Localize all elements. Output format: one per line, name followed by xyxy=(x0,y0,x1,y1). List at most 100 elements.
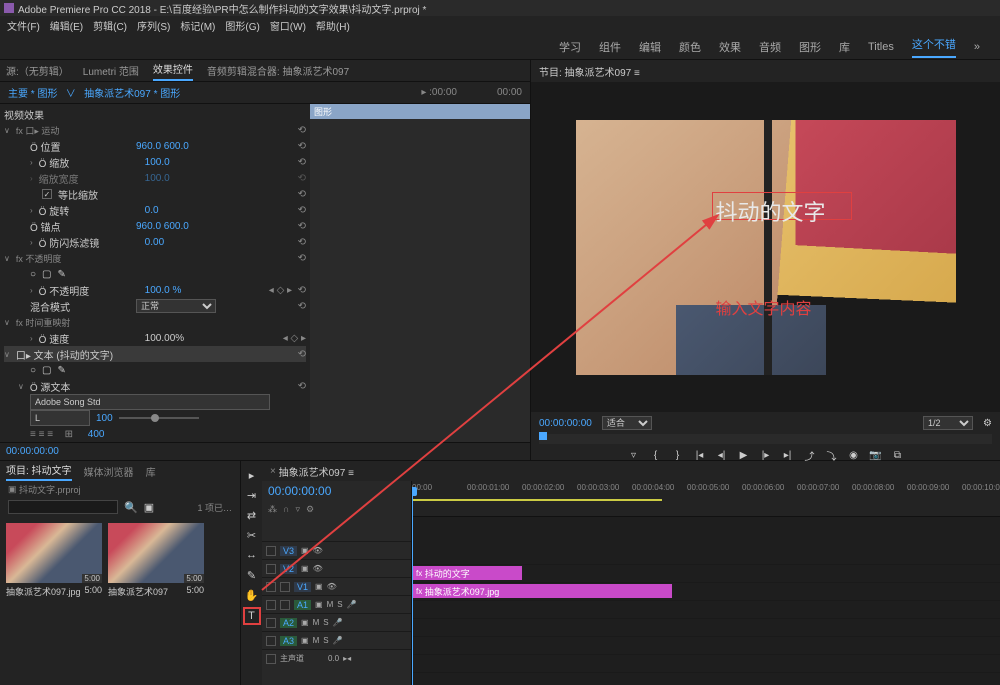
timeline-timecode[interactable]: 00:00:00:00 xyxy=(262,481,411,501)
ws-graphics[interactable]: 图形 xyxy=(799,39,821,55)
track-toggle[interactable] xyxy=(266,546,276,556)
menu-edit[interactable]: 编辑(E) xyxy=(47,18,86,33)
track-toggle[interactable] xyxy=(266,618,276,628)
pen-tool[interactable]: ✎ xyxy=(244,567,260,583)
link-icon[interactable]: ∩ xyxy=(283,504,289,514)
track-toggle[interactable] xyxy=(266,564,276,574)
reset-icon[interactable]: ⟲ xyxy=(298,349,306,360)
goto-out-icon[interactable]: ▸| xyxy=(781,448,795,462)
lane-master[interactable] xyxy=(412,655,1000,673)
hand-tool[interactable]: ✋ xyxy=(244,587,260,603)
ripple-tool[interactable]: ⇄ xyxy=(244,507,260,523)
reset-icon[interactable]: ⟲ xyxy=(298,141,306,152)
marker-icon[interactable]: ▿ xyxy=(627,448,641,462)
lane-v3[interactable] xyxy=(412,547,1000,565)
mask-ellipse-icon[interactable]: ○ xyxy=(30,269,36,280)
lane-a1[interactable] xyxy=(412,601,1000,619)
ws-more-icon[interactable]: » xyxy=(974,41,980,53)
program-monitor[interactable]: 抖动的文字 输入文字内容 xyxy=(531,82,1000,412)
tab-project[interactable]: 项目: 抖动文字 xyxy=(6,462,72,481)
menu-window[interactable]: 窗口(W) xyxy=(267,18,309,33)
menu-graphics[interactable]: 图形(G) xyxy=(222,18,262,33)
track-toggle[interactable] xyxy=(266,636,276,646)
step-back-icon[interactable]: ◂| xyxy=(715,448,729,462)
lane-a3[interactable] xyxy=(412,637,1000,655)
snap-icon[interactable]: ⁂ xyxy=(268,504,277,515)
folder-icon[interactable]: ▣ xyxy=(144,501,154,514)
work-area-bar[interactable] xyxy=(412,499,662,501)
fit-select[interactable]: 适合 xyxy=(602,416,652,430)
clip-video[interactable]: fx 抽象派艺术097.jpg xyxy=(412,584,672,598)
mask-rect-icon[interactable]: ▢ xyxy=(42,365,51,376)
mask-pen-icon[interactable]: ✎ xyxy=(58,365,66,376)
export-frame-icon[interactable]: ◉ xyxy=(847,448,861,462)
keyframe-nav[interactable]: ◂ ◇ ▸ xyxy=(283,333,306,344)
mask-ellipse-icon[interactable]: ○ xyxy=(30,365,36,376)
ws-color[interactable]: 颜色 xyxy=(679,39,701,55)
scale-toggle[interactable]: › xyxy=(30,158,33,167)
clip-text[interactable]: fx 抖动的文字 xyxy=(412,566,522,580)
position-value[interactable]: 960.0 600.0 xyxy=(136,141,189,152)
anchor-value[interactable]: 960.0 600.0 xyxy=(136,221,189,232)
track-a3[interactable]: A3 xyxy=(280,636,297,646)
track-toggle[interactable] xyxy=(266,600,276,610)
menu-file[interactable]: 文件(F) xyxy=(4,18,43,33)
reset-icon[interactable]: ⟲ xyxy=(298,237,306,248)
textlayer-toggle[interactable]: ∨ xyxy=(4,350,10,359)
tab-source[interactable]: 源:（无剪辑） xyxy=(6,63,69,78)
program-ruler[interactable] xyxy=(539,434,992,444)
track-select-tool[interactable]: ⇥ xyxy=(244,487,260,503)
lane-a2[interactable] xyxy=(412,619,1000,637)
search-input[interactable] xyxy=(8,500,118,514)
bin-item[interactable]: 5:00 抽象派艺术097.jpg5:00 xyxy=(6,523,102,679)
timeline-ruler[interactable]: 00:00 00:00:01:00 00:00:02:00 00:00:03:0… xyxy=(412,481,1000,517)
lift-icon[interactable]: ⤴ xyxy=(803,448,817,462)
out-icon[interactable]: } xyxy=(671,448,685,462)
ws-effects[interactable]: 效果 xyxy=(719,39,741,55)
reset-icon[interactable]: ⟲ xyxy=(298,205,306,216)
timeline-playhead[interactable] xyxy=(412,493,413,685)
menu-clip[interactable]: 剪辑(C) xyxy=(90,18,130,33)
track-a2[interactable]: A2 xyxy=(280,618,297,628)
timeremap-toggle[interactable]: ∨ xyxy=(4,318,10,327)
bin-grid[interactable]: 5:00 抽象派艺术097.jpg5:00 5:00 抽象派艺术0975:00 xyxy=(0,517,240,685)
play-icon[interactable]: ▶ xyxy=(737,448,751,462)
text-layer-overlay[interactable]: 抖动的文字 xyxy=(716,195,826,227)
settings-icon[interactable]: ⚙ xyxy=(306,504,314,515)
rotation-value[interactable]: 0.0 xyxy=(145,205,159,216)
search-icon[interactable]: 🔍 xyxy=(124,501,138,514)
tab-lumetri[interactable]: Lumetri 范围 xyxy=(83,63,139,78)
effect-mini-timeline[interactable]: 图形 xyxy=(310,104,530,442)
menu-sequence[interactable]: 序列(S) xyxy=(134,18,173,33)
tab-libraries[interactable]: 库 xyxy=(146,464,156,479)
program-playhead[interactable] xyxy=(539,432,547,440)
program-timecode[interactable]: 00:00:00:00 xyxy=(539,418,592,429)
fontweight-select[interactable]: L xyxy=(30,410,90,426)
speed-value[interactable]: 100.00% xyxy=(145,333,184,344)
track-v2[interactable]: V2 xyxy=(280,564,297,574)
extract-icon[interactable]: ⤵ xyxy=(825,448,839,462)
reset-icon[interactable]: ⟲ xyxy=(298,381,306,392)
tab-effect-controls[interactable]: 效果控件 xyxy=(153,61,193,81)
resolution-select[interactable]: 1/2 xyxy=(923,416,973,430)
reset-icon[interactable]: ⟲ xyxy=(298,301,306,312)
settings-icon[interactable]: ⚙ xyxy=(983,418,992,429)
reset-icon[interactable]: ⟲ xyxy=(298,125,306,136)
razor-tool[interactable]: ✂ xyxy=(244,527,260,543)
opacity-toggle[interactable]: ∨ xyxy=(4,254,10,263)
motion-toggle[interactable]: ∨ xyxy=(4,126,10,135)
scale-value[interactable]: 100.0 xyxy=(145,157,170,168)
camera-icon[interactable]: 📷 xyxy=(869,448,883,462)
reset-icon[interactable]: ⟲ xyxy=(298,189,306,200)
fontsize-slider[interactable] xyxy=(119,417,199,419)
ws-editing[interactable]: 编辑 xyxy=(639,39,661,55)
goto-in-icon[interactable]: |◂ xyxy=(693,448,707,462)
type-tool[interactable]: T xyxy=(243,607,261,625)
antiflicker-value[interactable]: 0.00 xyxy=(145,237,164,248)
sequence-name[interactable]: 抽象派艺术097 ≡ xyxy=(279,464,354,479)
ws-titles[interactable]: Titles xyxy=(868,41,894,53)
compare-icon[interactable]: ⧉ xyxy=(891,448,905,462)
lane-v2[interactable]: fx 抖动的文字 xyxy=(412,565,1000,583)
ws-assembly[interactable]: 组件 xyxy=(599,39,621,55)
track-toggle[interactable] xyxy=(266,582,276,592)
